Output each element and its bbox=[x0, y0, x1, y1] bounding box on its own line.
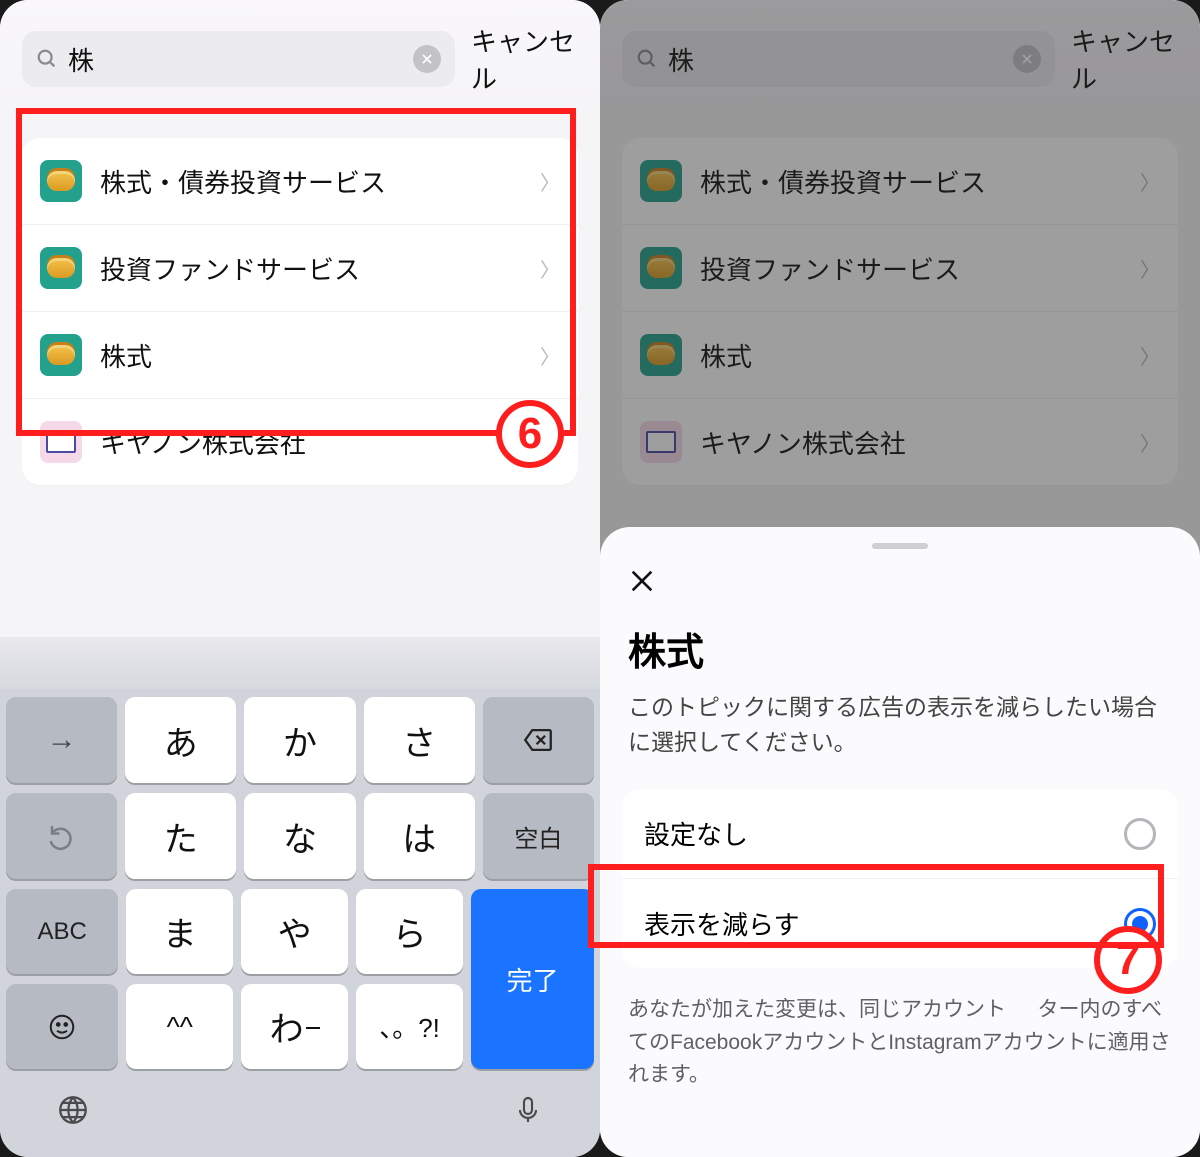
clear-icon[interactable] bbox=[413, 45, 441, 73]
key-wa[interactable]: わ bbox=[241, 984, 348, 1069]
sheet-subtitle: このトピックに関する広告の表示を減らしたい場合に選択してください。 bbox=[600, 690, 1200, 783]
search-row: キャンセル bbox=[0, 0, 600, 110]
done-key[interactable]: 完了 bbox=[471, 889, 594, 1069]
coin-icon bbox=[40, 160, 82, 202]
key-ta[interactable]: た bbox=[125, 793, 236, 879]
option-list: 設定なし 表示を減らす bbox=[622, 789, 1178, 968]
results-list: 株式・債券投資サービス 〉 投資ファンドサービス 〉 株式 〉 キヤノン株式会社… bbox=[22, 138, 578, 485]
result-label: 株式 bbox=[100, 337, 522, 374]
bottom-sheet: 株式 このトピックに関する広告の表示を減らしたい場合に選択してください。 設定な… bbox=[600, 527, 1200, 1157]
key-ya[interactable]: や bbox=[241, 889, 348, 974]
key-sa[interactable]: さ bbox=[364, 697, 475, 783]
result-row[interactable]: キヤノン株式会社 〉 bbox=[22, 399, 578, 485]
annotation-badge-6: 6 bbox=[496, 400, 564, 468]
backspace-key[interactable] bbox=[483, 697, 594, 783]
result-row[interactable]: 株式 〉 bbox=[22, 312, 578, 399]
result-label: 株式・債券投資サービス bbox=[100, 163, 522, 200]
keyboard: → あ か さ た な は 空白 ABC bbox=[0, 637, 600, 1157]
result-row[interactable]: 株式・債券投資サービス 〉 bbox=[22, 138, 578, 225]
result-label: キヤノン株式会社 bbox=[100, 424, 522, 461]
option-label: 設定なし bbox=[644, 815, 748, 852]
sheet-grabber[interactable] bbox=[872, 543, 928, 549]
key-ra[interactable]: ら bbox=[356, 889, 463, 974]
chevron-right-icon: 〉 bbox=[540, 341, 560, 370]
laptop-icon bbox=[40, 421, 82, 463]
coin-icon bbox=[40, 247, 82, 289]
option-none[interactable]: 設定なし bbox=[622, 789, 1178, 879]
globe-icon[interactable] bbox=[56, 1093, 90, 1127]
radio-unselected-icon bbox=[1124, 818, 1156, 850]
close-icon[interactable] bbox=[600, 567, 1200, 603]
result-row[interactable]: 投資ファンドサービス 〉 bbox=[22, 225, 578, 312]
search-box[interactable] bbox=[22, 31, 455, 87]
key-na[interactable]: な bbox=[244, 793, 355, 879]
search-icon bbox=[36, 48, 58, 70]
key-ma[interactable]: ま bbox=[126, 889, 233, 974]
key-ha[interactable]: は bbox=[364, 793, 475, 879]
mic-icon[interactable] bbox=[512, 1094, 544, 1126]
emoji-key[interactable] bbox=[6, 984, 118, 1069]
search-input[interactable] bbox=[68, 44, 403, 75]
result-label: 投資ファンドサービス bbox=[100, 250, 522, 287]
chevron-right-icon: 〉 bbox=[540, 167, 560, 196]
key-ka[interactable]: か bbox=[244, 697, 355, 783]
option-label: 表示を減らす bbox=[644, 905, 799, 942]
key-punct[interactable]: 、。?! bbox=[356, 984, 463, 1069]
abc-key[interactable]: ABC bbox=[6, 889, 118, 974]
keyboard-bottom bbox=[6, 1079, 594, 1137]
chevron-right-icon: 〉 bbox=[540, 254, 560, 283]
key-caret[interactable]: ^^ bbox=[126, 984, 233, 1069]
coin-icon bbox=[40, 334, 82, 376]
key-next[interactable]: → bbox=[6, 697, 117, 783]
space-key[interactable]: 空白 bbox=[483, 793, 594, 879]
sheet-title: 株式 bbox=[600, 603, 1200, 690]
left-screenshot: キャンセル 株式・債券投資サービス 〉 投資ファンドサービス 〉 株式 〉 キヤ… bbox=[0, 0, 600, 1157]
key-a[interactable]: あ bbox=[125, 697, 236, 783]
annotation-badge-7: 7 bbox=[1094, 926, 1162, 994]
cancel-button[interactable]: キャンセル bbox=[471, 22, 578, 96]
key-undo[interactable] bbox=[6, 793, 117, 879]
